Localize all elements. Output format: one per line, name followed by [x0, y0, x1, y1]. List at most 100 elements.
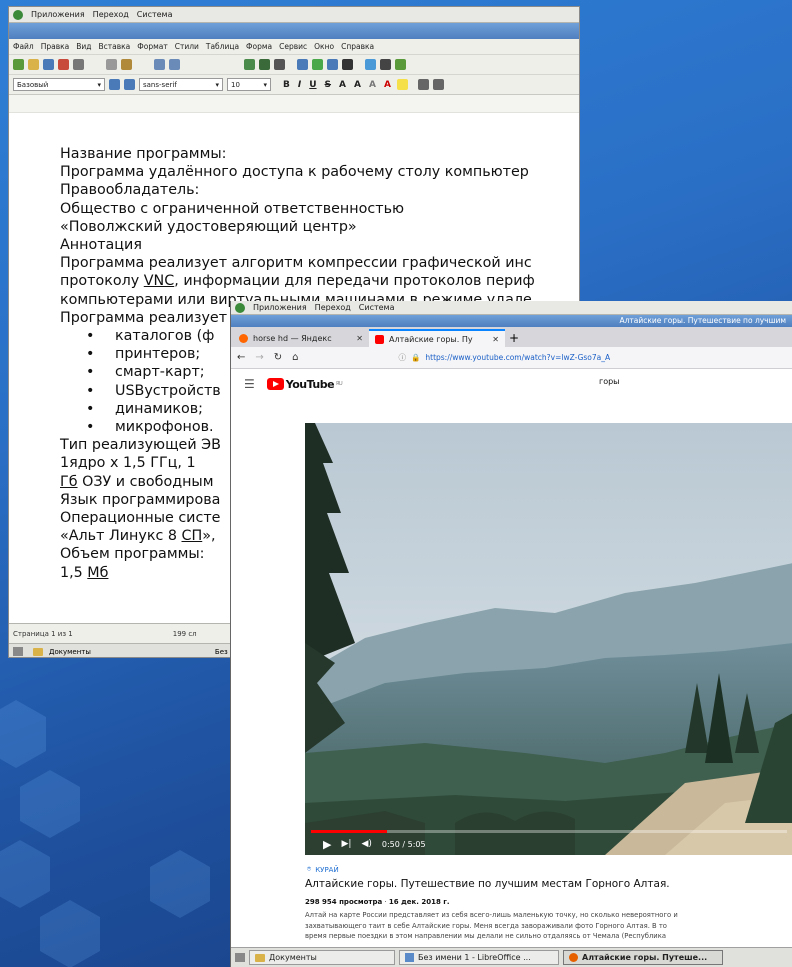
- reload-icon[interactable]: ↻: [274, 352, 282, 363]
- word-count: 199 сл: [172, 629, 197, 638]
- redo-icon[interactable]: [169, 59, 180, 70]
- taskbar-documents[interactable]: Документы: [49, 648, 91, 656]
- strikethrough-icon[interactable]: S: [323, 80, 333, 90]
- url-bar[interactable]: ⓘ 🔒 https://www.youtube.com/watch?v=lwZ-…: [399, 352, 611, 363]
- italic-icon[interactable]: I: [296, 80, 303, 90]
- bold-icon[interactable]: B: [281, 80, 292, 90]
- background-hex: [0, 840, 50, 908]
- panel-system[interactable]: Система: [137, 10, 173, 19]
- bullets-icon[interactable]: [417, 79, 429, 90]
- back-icon[interactable]: ←: [237, 352, 245, 363]
- paste-icon[interactable]: [121, 59, 132, 70]
- update-style-icon[interactable]: [109, 79, 120, 90]
- video-player[interactable]: ▶ ▶| ◀) 0:50 / 5:05: [305, 423, 792, 855]
- browser-titlebar[interactable]: Алтайские горы. Путешествие по лучшим: [231, 315, 792, 327]
- home-icon[interactable]: ⌂: [292, 352, 298, 363]
- find-replace-icon[interactable]: [244, 59, 255, 70]
- menu-window[interactable]: Окно: [314, 42, 334, 51]
- menu-icon[interactable]: ☰: [244, 377, 255, 391]
- background-hex: [0, 700, 46, 768]
- menu-tools[interactable]: Сервис: [279, 42, 307, 51]
- view-count: 298 954 просмотра: [305, 898, 383, 906]
- underline-icon[interactable]: U: [307, 80, 318, 90]
- save-icon[interactable]: [43, 59, 54, 70]
- menu-format[interactable]: Формат: [137, 42, 167, 51]
- insert-textbox-icon[interactable]: [342, 59, 353, 70]
- menu-view[interactable]: Вид: [76, 42, 91, 51]
- open-icon[interactable]: [28, 59, 39, 70]
- doc-line: Общество с ограниченной ответственностью: [60, 200, 405, 217]
- spellcheck-icon[interactable]: [259, 59, 270, 70]
- youtube-logo[interactable]: YouTube RU: [266, 378, 343, 391]
- lock-icon[interactable]: 🔒: [411, 353, 420, 362]
- panel-places[interactable]: Переход: [315, 303, 351, 312]
- menu-table[interactable]: Таблица: [206, 42, 239, 51]
- forward-icon[interactable]: →: [255, 352, 263, 363]
- tab-youtube[interactable]: Алтайские горы. Пу ✕: [369, 329, 505, 347]
- new-tab-button[interactable]: +: [505, 329, 523, 347]
- insert-chart-icon[interactable]: [327, 59, 338, 70]
- close-icon[interactable]: ✕: [356, 334, 363, 343]
- video-controls: ▶ ▶| ◀) 0:50 / 5:05: [305, 833, 792, 855]
- paragraph-style-select[interactable]: Базовый ▾: [13, 78, 105, 91]
- clear-formatting-icon[interactable]: A: [367, 80, 378, 90]
- panel-places[interactable]: Переход: [93, 10, 129, 19]
- insert-link-icon[interactable]: [365, 59, 376, 70]
- page-count: Страница 1 из 1: [13, 629, 73, 638]
- play-icon[interactable]: ▶: [323, 838, 331, 851]
- apps-logo-icon[interactable]: [235, 302, 245, 313]
- special-character-icon[interactable]: [380, 59, 391, 70]
- panel-apps[interactable]: Приложения: [31, 10, 85, 19]
- panel-system[interactable]: Система: [359, 303, 395, 312]
- undo-icon[interactable]: [154, 59, 165, 70]
- channel-tag[interactable]: ⌾ КУРАЙ: [307, 865, 339, 874]
- taskbar-documents[interactable]: Документы: [249, 950, 395, 965]
- numbering-icon[interactable]: [432, 79, 444, 90]
- show-desktop-icon[interactable]: [13, 647, 23, 656]
- taskbar-firefox[interactable]: Алтайские горы. Путеше...: [563, 950, 723, 965]
- show-draw-icon[interactable]: [395, 59, 406, 70]
- menu-form[interactable]: Форма: [246, 42, 272, 51]
- menu-file[interactable]: Файл: [13, 42, 34, 51]
- insert-image-icon[interactable]: [312, 59, 323, 70]
- writer-menubar: Файл Правка Вид Вставка Формат Стили Таб…: [9, 39, 579, 55]
- font-color-icon[interactable]: A: [382, 80, 393, 90]
- doc-line: Программа удалённого доступа к рабочему …: [60, 164, 529, 181]
- youtube-header: ☰ YouTube RU: [231, 369, 792, 399]
- tab-strip: horse hd — Яндекс ✕ Алтайские горы. Пу ✕…: [231, 327, 792, 347]
- menu-edit[interactable]: Правка: [41, 42, 70, 51]
- menu-insert[interactable]: Вставка: [99, 42, 131, 51]
- apps-logo-icon[interactable]: [13, 9, 23, 20]
- next-icon[interactable]: ▶|: [341, 839, 351, 849]
- taskbar-libreoffice[interactable]: Без имени 1 - LibreOffice ...: [399, 950, 559, 965]
- doc-line: Аннотация: [60, 237, 142, 254]
- formatting-marks-icon[interactable]: [274, 59, 285, 70]
- show-desktop-icon[interactable]: [235, 953, 245, 962]
- print-icon[interactable]: [73, 59, 84, 70]
- superscript-icon[interactable]: A: [337, 80, 348, 90]
- browser-window: Приложения Переход Система Алтайские гор…: [230, 301, 792, 967]
- search-input[interactable]: горы: [599, 377, 620, 386]
- video-title: Алтайские горы. Путешествие по лучшим ме…: [305, 878, 670, 890]
- browser-top-panel: Приложения Переход Система: [231, 301, 792, 315]
- export-pdf-icon[interactable]: [58, 59, 69, 70]
- subscript-icon[interactable]: A: [352, 80, 363, 90]
- tab-yandex[interactable]: horse hd — Яндекс ✕: [233, 329, 369, 347]
- close-icon[interactable]: ✕: [492, 335, 499, 344]
- upload-date: 16 дек. 2018 г.: [388, 898, 450, 906]
- new-document-icon[interactable]: [13, 59, 24, 70]
- volume-icon[interactable]: ◀): [361, 839, 371, 849]
- insert-table-icon[interactable]: [297, 59, 308, 70]
- doc-line: Программа реализует алгоритм компрессии …: [60, 255, 532, 272]
- writer-titlebar[interactable]: [9, 23, 579, 39]
- highlight-icon[interactable]: [396, 79, 408, 90]
- panel-apps[interactable]: Приложения: [253, 303, 307, 312]
- cut-icon[interactable]: [106, 59, 117, 70]
- font-name-select[interactable]: sans-serif ▾: [139, 78, 223, 91]
- info-icon[interactable]: ⓘ: [399, 352, 407, 363]
- menu-styles[interactable]: Стили: [175, 42, 199, 51]
- font-size-value: 10: [231, 80, 240, 89]
- font-size-select[interactable]: 10 ▾: [227, 78, 271, 91]
- new-style-icon[interactable]: [124, 79, 135, 90]
- menu-help[interactable]: Справка: [341, 42, 374, 51]
